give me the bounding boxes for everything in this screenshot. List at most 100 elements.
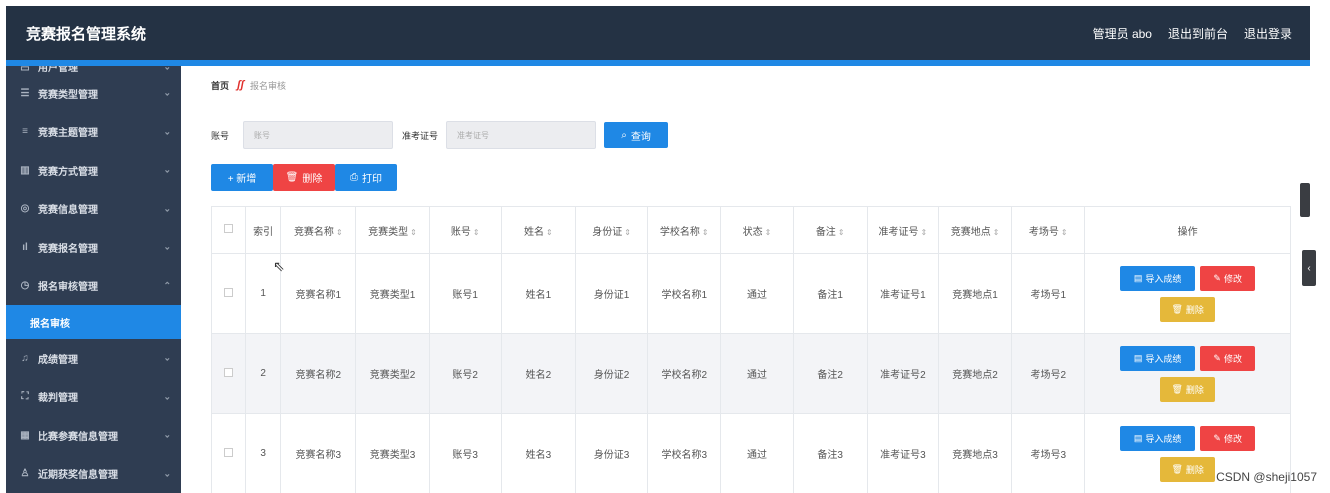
row-select[interactable] — [210, 253, 247, 334]
checkbox[interactable] — [224, 224, 234, 233]
import-score-button[interactable]: ▤ 导入成绩 — [1120, 345, 1196, 371]
row-delete-button[interactable]: 🗑 删除 — [1160, 376, 1216, 402]
sidebar-item-label: 近期获奖信息管理 — [38, 470, 118, 482]
sidebar-item-entrants[interactable]: ▦ 比赛参赛信息管理 ⌄ — [6, 416, 181, 455]
sort-icon[interactable]: ⇕ — [624, 228, 631, 237]
sidebar-item-awards[interactable]: ♙ 近期获奖信息管理 ⌄ — [6, 455, 181, 493]
pencil-icon: ✎ — [1213, 272, 1221, 283]
row-delete-button[interactable]: 🗑 删除 — [1160, 296, 1216, 322]
header-remark[interactable]: 备注 ⇕ — [792, 206, 868, 254]
sort-icon[interactable]: ⇕ — [546, 228, 553, 237]
sort-icon[interactable]: ⇕ — [702, 228, 709, 237]
print-button[interactable]: ⎙ 打印 — [335, 164, 397, 191]
sidebar-item-topic[interactable]: ≡ 竞赛主题管理 ⌄ — [6, 113, 181, 152]
edit-button[interactable]: ✎ 修改 — [1200, 425, 1256, 451]
sidebar-item-signup[interactable]: ıl 竞赛报名管理 ⌄ — [6, 228, 181, 267]
sidebar-item-method[interactable]: ▥ 竞赛方式管理 ⌄ — [6, 151, 181, 190]
cell: 考场号2 — [1011, 333, 1086, 414]
cell: 备注3 — [792, 413, 868, 493]
sort-icon[interactable]: ⇕ — [410, 228, 417, 237]
header-school[interactable]: 学校名称 ⇕ — [647, 206, 722, 254]
cell: 竞赛名称3 — [280, 413, 357, 493]
import-score-button[interactable]: ▤ 导入成绩 — [1120, 425, 1196, 451]
account-input[interactable]: 账号 — [243, 121, 394, 149]
mic-icon: ♫ — [21, 352, 29, 364]
trash-icon: 🗑 — [1171, 463, 1183, 474]
ticket-input[interactable]: 准考证号 — [446, 121, 597, 149]
import-score-button[interactable]: ▤ 导入成绩 — [1120, 265, 1196, 291]
add-button[interactable]: + 新增 — [211, 164, 273, 191]
cell: 身份证3 — [574, 413, 649, 493]
header-ticket[interactable]: 准考证号 ⇕ — [866, 206, 939, 254]
admin-label: 管理员 abo — [1092, 27, 1152, 41]
chevron-down-icon: ⌄ — [163, 241, 171, 252]
checkbox[interactable] — [224, 367, 234, 377]
app-root: 竞赛报名管理系统 管理员 abo 退出到前台 退出登录 ▭ 用户管理 ⌄ ☰ 竞… — [0, 0, 1330, 493]
sliders-icon: ☰ — [20, 87, 30, 99]
list-icon: ≡ — [22, 126, 28, 138]
delete-button[interactable]: 🗑 删除 — [273, 164, 335, 191]
cell: 账号1 — [428, 253, 502, 334]
cell: 姓名3 — [500, 413, 576, 493]
sort-icon[interactable]: ⇕ — [765, 228, 772, 237]
frame-icon: ⛶ — [21, 391, 29, 403]
side-tab-handle[interactable] — [1300, 183, 1310, 217]
sidebar-item-type[interactable]: ☰ 竞赛类型管理 ⌄ — [6, 74, 181, 113]
search-icon: ⌕ — [621, 129, 627, 141]
sidebar-item-score[interactable]: ♫ 成绩管理 ⌄ — [6, 339, 181, 378]
mouse-cursor-icon: ⇖ — [273, 258, 285, 274]
row-select[interactable] — [210, 333, 247, 414]
row-delete-button[interactable]: 🗑 删除 — [1160, 456, 1216, 482]
operations-cell: ▤ 导入成绩 ✎ 修改 🗑 删除 — [1084, 253, 1291, 334]
chevron-down-icon: ⌄ — [163, 126, 171, 137]
accent-bar — [6, 60, 1310, 66]
sort-icon[interactable]: ⇕ — [473, 228, 480, 237]
sort-icon[interactable]: ⇕ — [838, 228, 845, 237]
cell: 准考证号2 — [866, 333, 939, 414]
front-link[interactable]: 退出到前台 — [1168, 25, 1228, 42]
sidebar-subitem-label: 报名审核 — [30, 318, 70, 330]
ticket-label: 准考证号 — [402, 130, 439, 141]
header-account[interactable]: 账号 ⇕ — [428, 206, 502, 254]
chevron-down-icon: ⌄ — [163, 203, 171, 214]
edit-button[interactable]: ✎ 修改 — [1200, 265, 1256, 291]
header-location[interactable]: 竞赛地点 ⇕ — [937, 206, 1013, 254]
operations-cell: ▤ 导入成绩 ✎ 修改 🗑 删除 — [1084, 333, 1291, 414]
collapse-handle[interactable]: ‹ — [1302, 250, 1316, 286]
sort-icon[interactable]: ⇕ — [1061, 228, 1068, 237]
row-select[interactable] — [210, 413, 247, 493]
edit-button[interactable]: ✎ 修改 — [1200, 345, 1256, 371]
chevron-up-icon: ⌃ — [163, 280, 171, 291]
header-contest-name[interactable]: 竞赛名称 ⇕ — [280, 206, 357, 254]
checkbox[interactable] — [224, 287, 234, 297]
search-bar: 账号 账号 准考证号 准考证号 ⌕ 查询 — [200, 118, 669, 152]
header-links: 管理员 abo 退出到前台 退出登录 — [1093, 25, 1292, 42]
sort-icon[interactable]: ⇕ — [921, 228, 928, 237]
breadcrumb-home[interactable]: 首页 — [211, 79, 229, 92]
cell: 2 — [245, 333, 282, 414]
sidebar-item-review[interactable]: ◷ 报名审核管理 ⌃ — [6, 267, 181, 306]
header-room[interactable]: 考场号 ⇕ — [1011, 206, 1086, 254]
header-name[interactable]: 姓名 ⇕ — [500, 206, 576, 254]
breadcrumb-separator-icon: ʃʃ — [237, 79, 245, 91]
header-contest-type[interactable]: 竞赛类型 ⇕ — [355, 206, 430, 254]
sort-icon[interactable]: ⇕ — [993, 228, 1000, 237]
sidebar-item-info[interactable]: ◎ 竞赛信息管理 ⌄ — [6, 190, 181, 229]
sidebar-item-user[interactable]: ▭ 用户管理 ⌄ — [6, 66, 181, 74]
header-select-all[interactable] — [210, 206, 247, 254]
sidebar-item-judge[interactable]: ⛶ 裁判管理 ⌄ — [6, 378, 181, 417]
globe-icon: ◎ — [20, 203, 30, 215]
header-id-card[interactable]: 身份证 ⇕ — [574, 206, 649, 254]
query-button[interactable]: ⌕ 查询 — [604, 122, 669, 148]
cell: 竞赛类型2 — [355, 333, 430, 414]
cell: 通过 — [720, 253, 794, 334]
cell: 学校名称1 — [647, 253, 722, 334]
document-icon: ▤ — [1133, 352, 1143, 363]
header-index: 索引 — [245, 206, 282, 254]
sidebar-subitem-review-active[interactable]: 报名审核 — [6, 305, 181, 339]
checkbox[interactable] — [224, 447, 234, 457]
cell: 身份证2 — [574, 333, 649, 414]
header-status[interactable]: 状态 ⇕ — [720, 206, 794, 254]
logout-link[interactable]: 退出登录 — [1244, 25, 1292, 42]
sort-icon[interactable]: ⇕ — [336, 228, 343, 237]
